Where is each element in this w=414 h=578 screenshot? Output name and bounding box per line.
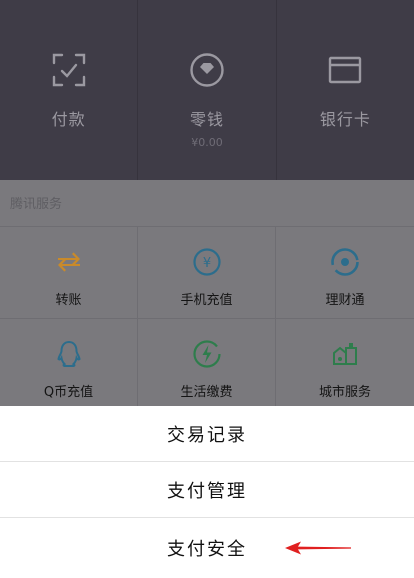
service-utilities-label: 生活缴费 [180, 385, 233, 400]
coin-icon [190, 53, 224, 87]
service-city[interactable]: 城市服务 [276, 319, 414, 411]
wallet-header: 付款 零钱 ¥0.00 银行卡 [0, 0, 414, 180]
sheet-item-transactions[interactable]: 交易记录 [0, 406, 414, 462]
wallet-balance-label: 零钱 [189, 110, 224, 129]
bolt-icon [192, 340, 221, 368]
bank-card-icon [329, 56, 362, 84]
annotation-arrow-icon [285, 541, 351, 555]
sheet-item-payment-management[interactable]: 支付管理 [0, 462, 414, 518]
service-transfer-label: 转账 [55, 293, 82, 308]
svg-text:¥: ¥ [202, 256, 210, 271]
phone-recharge-icon: ¥ [192, 248, 221, 276]
service-phone-recharge-label: 手机充值 [180, 293, 233, 308]
city-service-icon [333, 343, 357, 365]
wallet-card-tile[interactable]: 银行卡 [275, 0, 414, 180]
wallet-pay-tile[interactable]: 付款 [0, 0, 137, 180]
service-phone-recharge[interactable]: ¥ 手机充值 [138, 227, 276, 319]
service-wealth[interactable]: 理财通 [276, 227, 414, 319]
wallet-balance-tile[interactable]: 零钱 ¥0.00 [137, 0, 275, 180]
wallet-pay-label: 付款 [51, 110, 86, 129]
service-qcoin[interactable]: Q币充值 [0, 319, 138, 411]
service-wealth-label: 理财通 [325, 293, 365, 308]
sheet-item-payment-security[interactable]: 支付安全 [0, 518, 414, 578]
action-sheet: 交易记录 支付管理 支付安全 [0, 406, 414, 578]
service-transfer[interactable]: 转账 [0, 227, 138, 319]
services-title: 腾讯服务 [10, 197, 63, 212]
services-grid: 转账 ¥ 手机充值 理财通 Q币充值 生活缴费 城市服务 [0, 226, 414, 411]
service-utilities[interactable]: 生活缴费 [138, 319, 276, 411]
penguin-icon [56, 340, 81, 367]
wallet-balance-amount: ¥0.00 [191, 136, 223, 149]
scan-frame-icon [52, 53, 85, 87]
wealth-icon [331, 248, 359, 276]
wallet-card-label: 银行卡 [319, 110, 371, 129]
service-city-label: 城市服务 [318, 385, 371, 400]
transfer-icon [57, 252, 80, 272]
service-qcoin-label: Q币充值 [43, 385, 94, 400]
